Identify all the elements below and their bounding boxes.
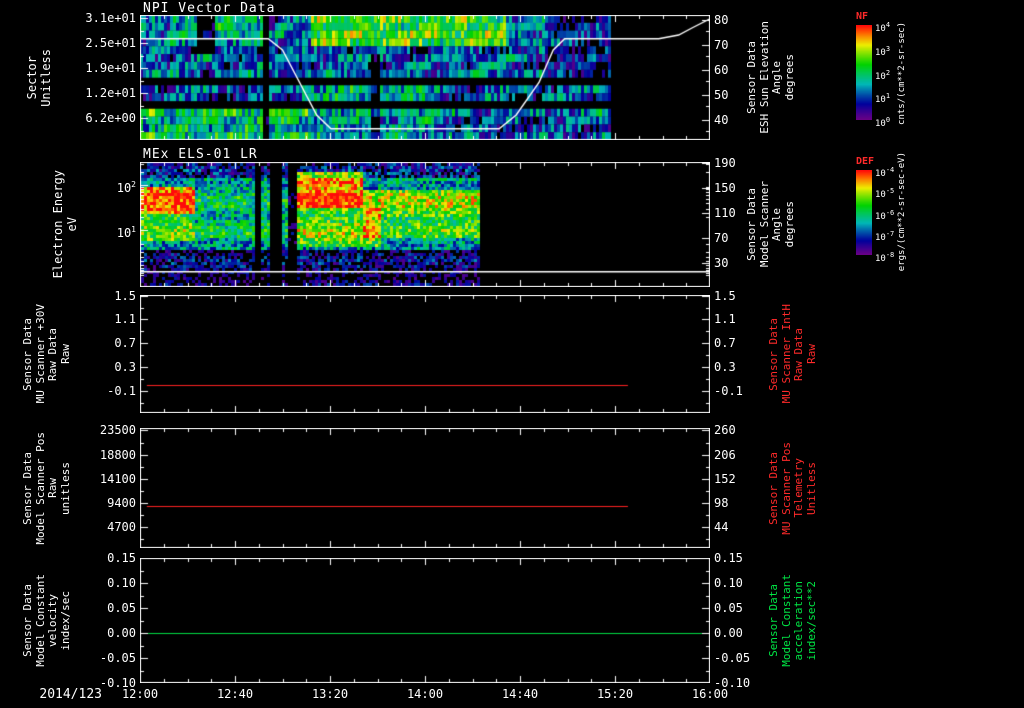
npi-right-axis-label-line: degrees	[782, 54, 796, 101]
mu30v-left-axis-label-line: Sensor Data	[21, 317, 34, 391]
mu30v-right-axis-label-line: MU Scanner IntH	[779, 304, 793, 404]
els-left-axis-label: Electron Energy eV	[51, 162, 79, 287]
mu30v-right-axis-label: Sensor Data MU Scanner IntH Raw Data Raw	[767, 295, 818, 413]
modelconst-rtick-label: 0.05	[714, 601, 743, 615]
mu30v-right-axis-label-line: Raw	[804, 344, 818, 364]
x-axis-tick-label: 13:20	[311, 687, 349, 701]
npi-ytick-label: 2.5e+01	[85, 36, 136, 50]
mu30v-rtick-label: 0.3	[714, 360, 736, 375]
npi-left-axis-label: Sector Unitless	[25, 15, 53, 140]
npi-colorbar-unit-line: cnts/(cm**2-sr-sec)	[897, 21, 907, 125]
scanpos-right-axis-label-line: Sensor Data	[767, 451, 780, 525]
npi-ytick-label: 6.2e+00	[85, 111, 136, 125]
scanpos-right-axis-label-line: MU Scanner Pos	[779, 441, 793, 535]
scanpos-right-axis-label: Sensor Data MU Scanner Pos Telemetry Unitle…	[767, 428, 818, 548]
mu30v-plot	[140, 295, 710, 413]
scanpos-rtick-label: 206	[714, 447, 736, 462]
modelconst-right-axis-label: Sensor Data Model Constant acceleration ind…	[767, 558, 818, 683]
npi-right-axis-label-line: Angle	[770, 60, 784, 95]
modelconst-right-axis-label-line: acceleration	[792, 580, 806, 661]
x-axis-tick-label: 14:00	[406, 687, 444, 701]
scanpos-rtick-label: 98	[714, 496, 729, 511]
mu30v-rtick-label: 1.5	[714, 288, 736, 303]
npi-colorbar-unit: cnts/(cm**2-sr-sec)	[897, 18, 907, 128]
els-colorbar-unit-line: ergs/(cm**2-sr-sec-eV)	[897, 152, 907, 272]
science-plot-figure: NPI Vector Data MEx ELS-01 LR 2014/123 3…	[0, 0, 1024, 708]
npi-ytick-label: 1.2e+01	[85, 86, 136, 100]
panel-npi-title: NPI Vector Data	[143, 1, 276, 16]
modelconst-rtick-label: -0.05	[714, 651, 751, 665]
scanpos-left-axis-label-line: unitless	[58, 461, 72, 515]
npi-plot	[140, 15, 710, 140]
mu30v-rtick-label: 0.7	[714, 336, 736, 351]
scanpos-left-axis-label: Sensor Data Model Scanner Pos Raw unitless	[21, 428, 72, 548]
npi-left-axis-label-line: Unitless	[38, 48, 53, 107]
npi-right-axis-label-line: Sensor Data	[745, 41, 758, 114]
npi-colorbar-title: NF	[856, 11, 869, 22]
npi-right-axis-label: Sensor Data ESH Sun Elevation Angle degrees	[745, 15, 796, 140]
mu30v-left-axis-label-line: MU Scanner +30V	[33, 304, 47, 404]
npi-ytick-label: 3.1e+01	[85, 11, 136, 25]
npi-ytick-label: 1.9e+01	[85, 61, 136, 75]
x-axis-tick-label: 12:40	[216, 687, 254, 701]
npi-left-axis-label-line: Sector	[25, 55, 39, 100]
x-axis-tick-label: 12:00	[121, 687, 159, 701]
scanpos-right-axis-label-line: Unitless	[804, 461, 818, 515]
modelconst-left-axis-label-line: index/sec	[58, 590, 72, 651]
x-axis-tick-label: 14:40	[501, 687, 539, 701]
modelconst-right-axis-label-line: index/sec**2	[804, 580, 818, 661]
modelconst-plot	[140, 558, 710, 683]
mu30v-rtick-label: -0.1	[714, 383, 743, 398]
mu30v-left-axis-label: Sensor Data MU Scanner +30V Raw Data Raw	[21, 295, 72, 413]
modelconst-right-axis-label-line: Model Constant	[779, 574, 793, 667]
scanpos-rtick-label: 152	[714, 471, 736, 486]
scanpos-rtick-label: 44	[714, 520, 729, 535]
mu30v-rtick-label: 1.1	[714, 312, 736, 327]
els-right-axis-label: Sensor Data Model Scanner Angle degrees	[745, 162, 796, 287]
modelconst-rtick-label: 0.00	[714, 626, 743, 640]
modelconst-left-axis-label: Sensor Data Model Constant velocity index/s…	[21, 558, 72, 683]
scanpos-plot	[140, 428, 710, 548]
modelconst-left-axis-label-line: Model Constant	[33, 574, 47, 667]
scanpos-left-axis-label-line: Model Scanner Pos	[33, 431, 47, 545]
modelconst-rtick-label: 0.10	[714, 576, 743, 590]
scanpos-right-axis-label-line: Telemetry	[792, 458, 806, 518]
els-colorbar-title: DEF	[856, 156, 875, 167]
els-right-axis-label-line: Sensor Data	[745, 188, 758, 261]
modelconst-right-axis-label-line: Sensor Data	[767, 584, 780, 657]
els-right-axis-label-line: Model Scanner	[757, 181, 771, 268]
npi-colorbar	[856, 25, 872, 120]
els-right-axis-label-line: degrees	[782, 201, 796, 248]
x-axis-tick-label: 16:00	[691, 687, 729, 701]
els-colorbar	[856, 170, 872, 255]
modelconst-rtick-label: 0.15	[714, 551, 743, 565]
els-colorbar-unit: ergs/(cm**2-sr-sec-eV)	[897, 152, 907, 271]
scanpos-rtick-label: 260	[714, 423, 736, 438]
els-plot	[140, 162, 710, 287]
mu30v-right-axis-label-line: Sensor Data	[767, 317, 780, 391]
modelconst-left-axis-label-line: velocity	[46, 594, 60, 647]
mu30v-left-axis-label-line: Raw Data	[46, 327, 60, 381]
x-axis-tick-label: 15:20	[596, 687, 634, 701]
modelconst-left-axis-label-line: Sensor Data	[21, 584, 34, 657]
scanpos-left-axis-label-line: Raw	[46, 478, 60, 498]
npi-right-axis-label-line: ESH Sun Elevation	[757, 21, 771, 134]
mu30v-right-axis-label-line: Raw Data	[792, 327, 806, 381]
els-right-axis-label-line: Angle	[770, 207, 784, 242]
panel-els-title: MEx ELS-01 LR	[143, 147, 258, 162]
mu30v-left-axis-label-line: Raw	[58, 344, 72, 364]
els-left-axis-label-line: Electron Energy	[51, 170, 65, 279]
els-left-axis-label-line: eV	[64, 217, 79, 232]
scanpos-left-axis-label-line: Sensor Data	[21, 451, 34, 525]
